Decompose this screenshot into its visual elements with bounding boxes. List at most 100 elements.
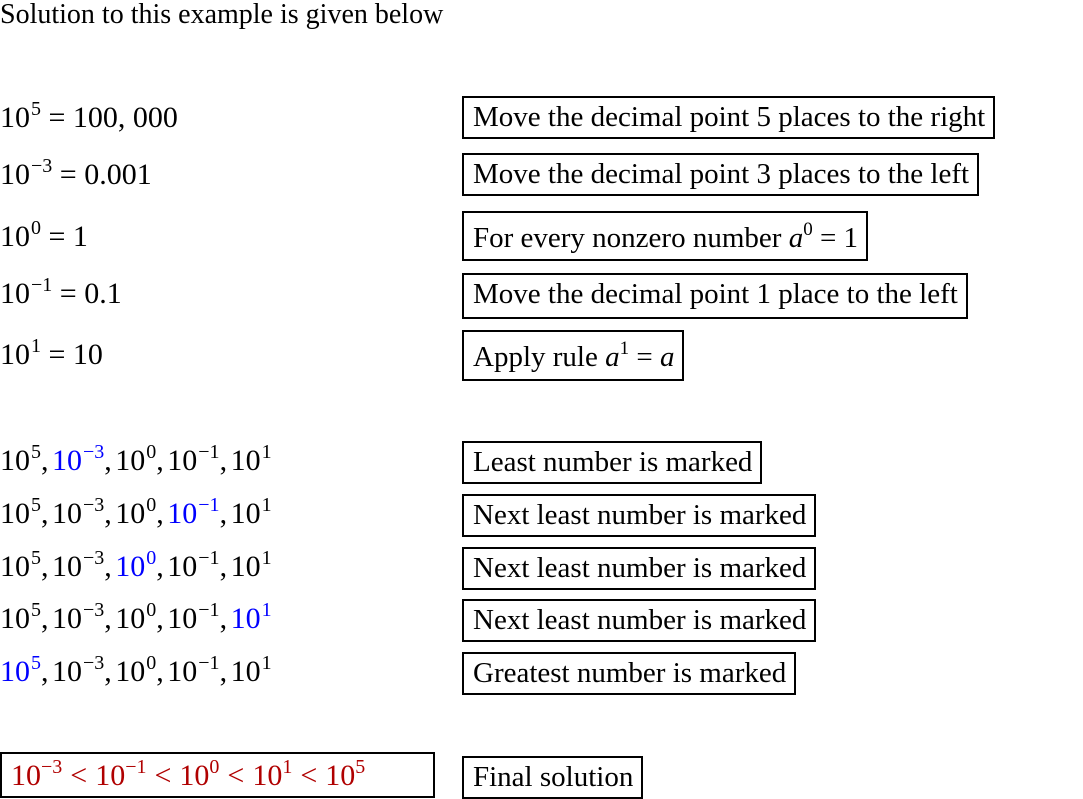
explanation-box: Next least number is marked (462, 547, 817, 590)
base: 10 (0, 602, 30, 635)
power-term: 100 (115, 441, 157, 477)
power-term: 10−3 (52, 652, 104, 688)
explanation-box: Greatest number is marked (462, 652, 797, 695)
power-term: 105 (0, 441, 41, 477)
base: 10 (167, 497, 198, 530)
exponent: −3 (83, 547, 105, 569)
power-term: 100 (179, 756, 220, 792)
base: 10 (115, 497, 146, 530)
equation-rhs: = 1 (41, 220, 88, 253)
power-term: 100 (115, 494, 157, 530)
equation-row: 101 = 10 (0, 335, 103, 376)
base: 10 (0, 220, 30, 253)
base: 10 (115, 655, 146, 688)
exponent: −3 (83, 494, 105, 516)
exponent: −1 (31, 274, 53, 296)
exponent: −1 (198, 599, 220, 621)
ordering-row: 105, 10−3, 100, 10−1, 101 (0, 599, 272, 640)
power-term: 101 (230, 652, 272, 688)
explanation-box: Apply rule a1 = a (462, 330, 685, 381)
base: 10 (167, 655, 198, 688)
less-than-sign: < (70, 759, 88, 792)
base: 10 (52, 602, 82, 635)
exponent: 5 (31, 652, 41, 674)
power-term: 10−1 (167, 547, 219, 583)
base: 10 (95, 759, 126, 792)
exponent: 5 (31, 547, 41, 569)
exponent: 5 (31, 98, 41, 120)
explanation-box: Least number is marked (462, 441, 763, 484)
base: 10 (52, 444, 82, 477)
power-term: 101 (230, 547, 272, 583)
exponent: 0 (803, 219, 813, 240)
base: 10 (0, 497, 30, 530)
power-term: 10−1 (167, 441, 219, 477)
exponent: 1 (282, 756, 293, 778)
base: 10 (0, 101, 30, 134)
power-term: 10−3 (52, 599, 104, 635)
exponent: 5 (355, 756, 366, 778)
exponent: 0 (146, 547, 157, 569)
base: 10 (52, 550, 82, 583)
exponent: 5 (31, 599, 41, 621)
ordering-row: 105, 10−3, 100, 10−1, 101 (0, 652, 272, 693)
exponent: −1 (198, 652, 220, 674)
exponent: 5 (31, 494, 41, 516)
base: 10 (325, 759, 356, 792)
final-answer-box: 10−3 <10−1 <100 <101 <105 (0, 752, 435, 798)
exponent: 1 (261, 494, 272, 516)
power-term: 101 (231, 441, 272, 477)
base: 10 (230, 655, 261, 688)
variable: a (788, 222, 804, 254)
base: 10 (179, 759, 210, 792)
base: 10 (167, 602, 198, 635)
explanation-box: Next least number is marked (462, 599, 817, 642)
equation-rhs: = 100, 000 (41, 101, 178, 134)
base: 10 (52, 655, 82, 688)
power-term: 101 (230, 599, 272, 635)
power-term: 10−1 (167, 652, 220, 688)
power-term: 10−1 (167, 494, 220, 530)
final-solution-label: Final solution (462, 756, 644, 799)
exponent: −1 (125, 756, 147, 778)
exponent: −3 (31, 155, 53, 177)
power-term: 100 (115, 652, 157, 688)
base: 10 (230, 550, 261, 583)
variable: a (605, 341, 620, 373)
exponent: 0 (209, 756, 220, 778)
exponent: 1 (261, 441, 272, 463)
base: 10 (0, 550, 30, 583)
power-term: 100 (115, 547, 157, 583)
exponent: −1 (198, 494, 220, 516)
exponent: 0 (31, 217, 41, 239)
exponent: 1 (261, 652, 272, 674)
base: 10 (11, 759, 41, 792)
base: 10 (0, 338, 30, 371)
ordering-row: 105, 10−3, 100, 10−1, 101 (0, 494, 272, 535)
base: 10 (0, 655, 30, 688)
exponent: 0 (146, 494, 157, 516)
base: 10 (115, 602, 146, 635)
exponent: 0 (146, 441, 157, 463)
exponent: 1 (619, 338, 630, 359)
exponent: 1 (31, 335, 41, 357)
note-text: Apply rule (473, 341, 606, 373)
explanation-box: For every nonzero number a0 = 1 (462, 211, 869, 261)
exponent: 0 (146, 599, 157, 621)
power-term: 105 (325, 756, 366, 792)
less-than-sign: < (154, 759, 172, 792)
exponent: 0 (146, 652, 157, 674)
explanation-box: Move the decimal point 1 place to the le… (462, 273, 968, 319)
base: 10 (230, 497, 261, 530)
power-term: 10−3 (11, 756, 62, 792)
exponent: 1 (261, 547, 272, 569)
base: 10 (0, 444, 30, 477)
ordering-row: 105, 10−3, 100, 10−1, 101 (0, 441, 272, 482)
equation-rhs: = 0.001 (52, 158, 152, 191)
base: 10 (167, 550, 198, 583)
base: 10 (52, 497, 82, 530)
base: 10 (230, 602, 261, 635)
ordering-row: 105, 10−3, 100, 10−1, 101 (0, 547, 272, 588)
base: 10 (0, 277, 30, 310)
exponent: 5 (31, 441, 41, 463)
